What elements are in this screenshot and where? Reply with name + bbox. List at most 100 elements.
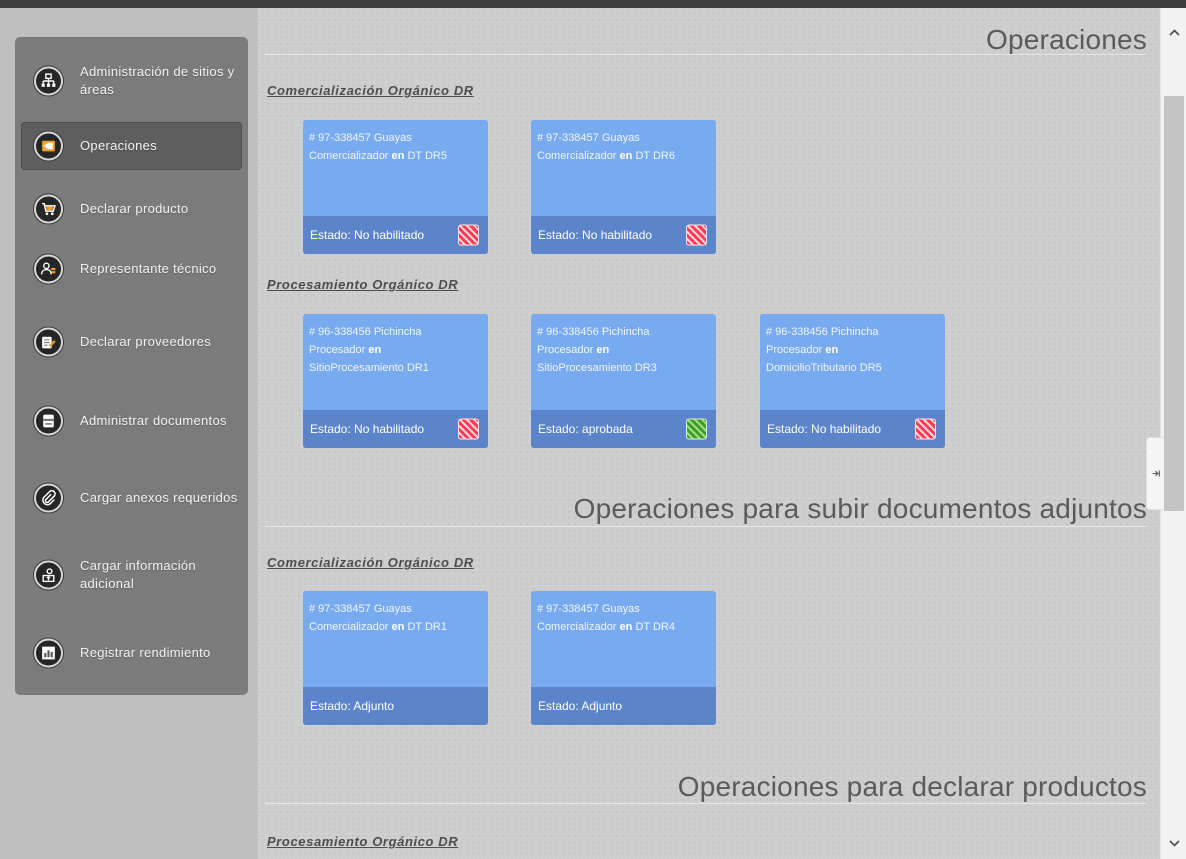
section-divider: [265, 803, 1147, 804]
operation-card[interactable]: # 97-338457 Guayas Comercializador en DT…: [531, 120, 716, 254]
card-site: DomicilioTributario DR5: [766, 362, 882, 374]
operation-card[interactable]: # 96-338456 Pichincha Procesador en Siti…: [303, 314, 488, 448]
section-title: Operaciones para subir documentos adjunt…: [573, 493, 1147, 524]
section-title: Operaciones: [986, 24, 1147, 55]
card-id: # 97-338457 Guayas: [309, 132, 412, 144]
sidebar-item-administrar-documentos[interactable]: Administrar documentos: [21, 397, 242, 445]
card-id: # 97-338457 Guayas: [537, 132, 640, 144]
supplier-icon: [34, 327, 63, 357]
card-footer: Estado: No habilitado: [531, 216, 716, 254]
sidebar-item-cargar-anexos[interactable]: Cargar anexos requeridos: [21, 474, 242, 522]
sidebar-item-declarar-producto[interactable]: Declarar producto: [21, 185, 242, 233]
card-connector: en: [368, 344, 382, 356]
upload-info-icon: [34, 560, 63, 590]
card-site: DT DR4: [635, 621, 675, 633]
chart-icon: [34, 638, 63, 668]
card-status: Estado: Adjunto: [538, 699, 623, 713]
card-connector: en: [619, 150, 633, 162]
card-site: SitioProcesamiento DR3: [537, 362, 657, 374]
section-title: Operaciones para declarar productos: [677, 771, 1147, 802]
card-text: # 96-338456 Pichincha Procesador en Domi…: [766, 323, 939, 377]
card-status: Estado: No habilitado: [310, 228, 425, 242]
sidebar-item-sitios-areas[interactable]: Administración de sitios y áreas: [21, 57, 242, 105]
card-id: # 96-338456 Pichincha: [309, 326, 422, 338]
card-role: Comercializador: [537, 150, 617, 162]
section-divider: [265, 526, 1147, 527]
status-flag-icon: [686, 418, 707, 440]
sitemap-icon: [34, 66, 63, 96]
left-column: Administración de sitios y áreas Operaci…: [0, 8, 258, 859]
card-footer: Estado: Adjunto: [531, 687, 716, 725]
card-connector: en: [391, 621, 405, 633]
sidebar-item-label: Registrar rendimiento: [80, 645, 211, 660]
sidebar-item-label: Declarar proveedores: [80, 334, 212, 349]
sidebar-item-label: Administración de sitios y áreas: [80, 64, 235, 97]
chevron-up-icon[interactable]: [1161, 20, 1186, 44]
card-role: Procesador: [309, 344, 366, 356]
group-title-link[interactable]: Procesamiento Orgánico DR: [267, 277, 458, 292]
sidebar-item-representante-tecnico[interactable]: Representante técnico: [21, 245, 242, 293]
card-text: # 97-338457 Guayas Comercializador en DT…: [537, 600, 710, 636]
card-text: # 97-338457 Guayas Comercializador en DT…: [309, 600, 482, 636]
card-connector: en: [619, 621, 633, 633]
operation-card[interactable]: # 97-338457 Guayas Comercializador en DT…: [303, 591, 488, 725]
card-text: # 97-338457 Guayas Comercializador en DT…: [309, 129, 482, 165]
group-title-link[interactable]: Procesamiento Orgánico DR: [267, 834, 458, 849]
card-role: Comercializador: [309, 150, 389, 162]
app-body: Administración de sitios y áreas Operaci…: [0, 8, 1160, 859]
card-status: Estado: No habilitado: [538, 228, 653, 242]
card-id: # 96-338456 Pichincha: [766, 326, 879, 338]
card-role: Procesador: [766, 344, 823, 356]
card-id: # 96-338456 Pichincha: [537, 326, 650, 338]
scrollbar-thumb[interactable]: [1164, 96, 1184, 511]
section-divider: [265, 54, 1147, 55]
sidebar-item-label: Administrar documentos: [80, 413, 227, 428]
card-site: SitioProcesamiento DR1: [309, 362, 429, 374]
card-connector: en: [825, 344, 839, 356]
card-status: Estado: No habilitado: [310, 422, 425, 436]
card-footer: Estado: No habilitado: [303, 410, 488, 448]
sidebar-item-registrar-rendimiento[interactable]: Registrar rendimiento: [21, 629, 242, 677]
group-title-link[interactable]: Comercialización Orgánico DR: [267, 83, 474, 98]
users-icon: [34, 254, 63, 284]
card-footer: Estado: aprobada: [531, 410, 716, 448]
sidebar-item-operaciones[interactable]: Operaciones: [21, 122, 242, 170]
card-footer: Estado: No habilitado: [760, 410, 945, 448]
operation-card[interactable]: # 96-338456 Pichincha Procesador en Siti…: [531, 314, 716, 448]
chevron-down-icon[interactable]: [1161, 831, 1186, 855]
collapse-arrow-icon[interactable]: [1146, 437, 1164, 510]
sidebar-item-label: Cargar información adicional: [80, 558, 196, 591]
sidebar-item-cargar-informacion[interactable]: Cargar información adicional: [21, 551, 242, 599]
card-id: # 97-338457 Guayas: [309, 603, 412, 615]
group-title-link[interactable]: Comercialización Orgánico DR: [267, 555, 474, 570]
operation-card[interactable]: # 97-338457 Guayas Comercializador en DT…: [531, 591, 716, 725]
card-footer: Estado: No habilitado: [303, 216, 488, 254]
sidebar-item-label: Representante técnico: [80, 261, 217, 276]
operation-card[interactable]: # 97-338457 Guayas Comercializador en DT…: [303, 120, 488, 254]
status-flag-icon: [686, 224, 707, 246]
sidebar-item-label: Cargar anexos requeridos: [80, 490, 238, 505]
sidebar-item-label: Operaciones: [80, 138, 158, 153]
card-status: Estado: aprobada: [538, 422, 633, 436]
card-connector: en: [596, 344, 610, 356]
card-site: DT DR5: [407, 150, 447, 162]
card-id: # 97-338457 Guayas: [537, 603, 640, 615]
status-flag-icon: [458, 418, 479, 440]
card-text: # 97-338457 Guayas Comercializador en DT…: [537, 129, 710, 165]
vertical-scrollbar[interactable]: [1160, 8, 1186, 859]
operations-icon: [34, 131, 63, 161]
cart-icon: [34, 194, 63, 224]
card-connector: en: [391, 150, 405, 162]
sidebar: Administración de sitios y áreas Operaci…: [15, 37, 248, 695]
sidebar-item-declarar-proveedores[interactable]: Declarar proveedores: [21, 318, 242, 366]
card-role: Procesador: [537, 344, 594, 356]
documents-icon: [34, 406, 63, 436]
status-flag-icon: [458, 224, 479, 246]
card-text: # 96-338456 Pichincha Procesador en Siti…: [537, 323, 710, 377]
card-role: Comercializador: [309, 621, 389, 633]
sidebar-item-label: Declarar producto: [80, 201, 189, 216]
operation-card[interactable]: # 96-338456 Pichincha Procesador en Domi…: [760, 314, 945, 448]
card-status: Estado: Adjunto: [310, 699, 395, 713]
card-site: DT DR1: [407, 621, 447, 633]
card-status: Estado: No habilitado: [767, 422, 882, 436]
